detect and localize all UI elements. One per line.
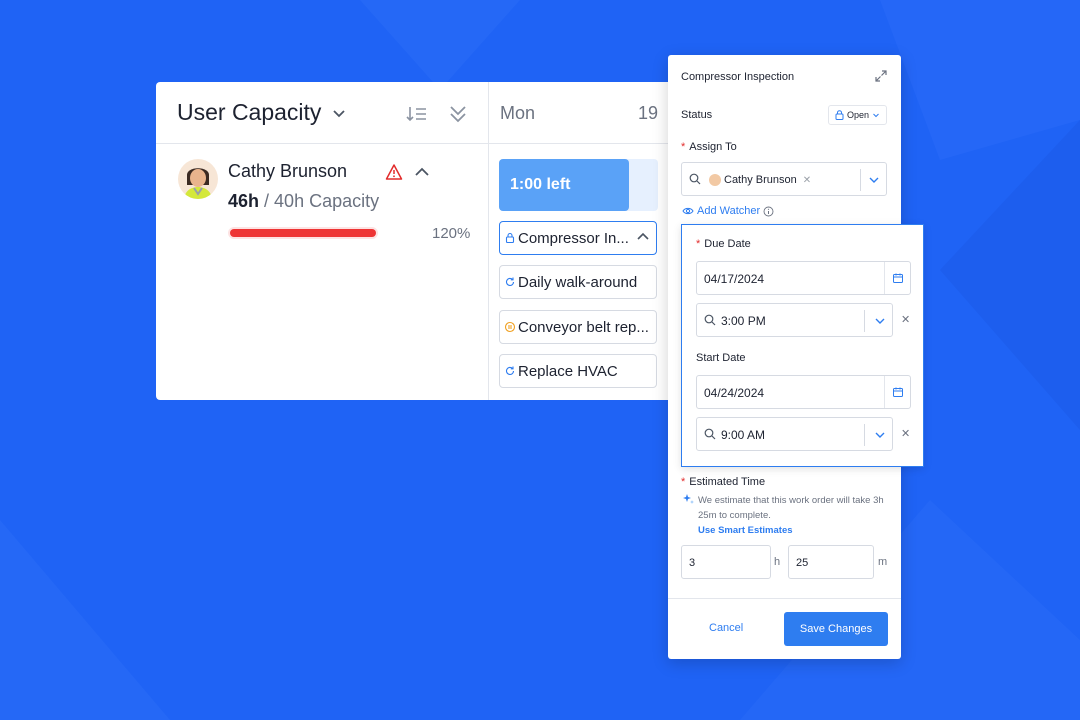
start-date-value: 04/24/2024 [704, 386, 765, 400]
status-dropdown[interactable]: Open [828, 105, 887, 125]
assign-label: * Assign To [681, 141, 737, 153]
minutes-input[interactable]: 25 [788, 545, 874, 579]
warning-icon [385, 164, 403, 180]
start-time-value: 9:00 AM [721, 428, 766, 442]
chevron-down-icon [873, 113, 879, 118]
chevron-down-icon[interactable] [874, 429, 886, 441]
refresh-icon [506, 277, 515, 286]
capacity-title: User Capacity [177, 99, 322, 125]
capacity-text: / 40h Capacity [264, 191, 380, 211]
remove-assignee-icon[interactable]: ✕ [803, 175, 811, 186]
clear-due-time-icon[interactable]: ✕ [901, 313, 910, 326]
calendar-icon[interactable] [892, 386, 904, 398]
eye-icon [682, 207, 694, 215]
pause-icon [504, 321, 516, 333]
due-date-input[interactable]: 04/17/2024 [696, 261, 911, 295]
chevron-down-icon [333, 109, 346, 117]
due-date-label: * Due Date [696, 238, 751, 250]
refresh-icon [506, 366, 515, 375]
capacity-percent: 120% [432, 225, 471, 242]
add-watcher-link[interactable]: Add Watcher [682, 205, 774, 217]
time-left-bar: 1:00 left [499, 159, 658, 211]
start-time-select[interactable]: 9:00 AM [696, 417, 893, 451]
chevron-down-icon[interactable] [868, 174, 880, 186]
calendar-icon[interactable] [892, 272, 904, 284]
footer-divider [668, 598, 901, 599]
day-label: Mon [500, 103, 536, 123]
due-time-value: 3:00 PM [721, 314, 766, 328]
sort-icon[interactable] [405, 102, 429, 126]
chevron-up-icon[interactable] [413, 163, 431, 181]
time-left-label: 1:00 left [499, 159, 629, 211]
assignee-tag: Cathy Brunson ✕ [709, 171, 811, 189]
work-order-label: Daily walk-around [518, 273, 638, 291]
capacity-summary: 46h / 40h Capacity [228, 191, 379, 212]
lock-icon [505, 232, 515, 244]
use-smart-estimates-link[interactable]: Use Smart Estimates [698, 525, 793, 536]
clear-start-time-icon[interactable]: ✕ [901, 427, 910, 440]
collapse-all-icon[interactable] [446, 102, 470, 126]
work-order-item[interactable]: Compressor In... [499, 221, 657, 255]
day-number: 19 [638, 103, 659, 123]
avatar [178, 159, 218, 199]
chevron-down-icon[interactable] [874, 315, 886, 327]
search-icon [704, 314, 716, 326]
assign-to-select[interactable]: Cathy Brunson ✕ [681, 162, 887, 196]
info-icon [763, 206, 774, 216]
status-value: Open [847, 110, 870, 120]
start-date-input[interactable]: 04/24/2024 [696, 375, 911, 409]
estimate-note: We estimate that this work order will ta… [698, 495, 884, 521]
search-icon [704, 428, 716, 440]
expand-icon[interactable] [874, 69, 888, 83]
due-time-select[interactable]: 3:00 PM [696, 303, 893, 337]
capacity-progress-bar [230, 229, 376, 237]
hours-input[interactable]: 3 [681, 545, 771, 579]
work-order-label: Replace HVAC [518, 362, 618, 380]
status-label: Status [681, 109, 713, 121]
work-order-item[interactable]: Conveyor belt rep... [499, 310, 657, 344]
add-watcher-label: Add Watcher [697, 205, 761, 217]
user-name: Cathy Brunson [228, 161, 348, 181]
lock-icon [835, 110, 844, 120]
date-picker-section: * Due Date 04/17/2024 3:00 PM ✕ Start Dat… [681, 224, 924, 467]
search-icon [689, 173, 701, 185]
assignee-name: Cathy Brunson [724, 174, 797, 186]
panel-title: Compressor Inspection [681, 71, 795, 83]
work-order-item[interactable]: Daily walk-around [499, 265, 657, 299]
work-order-item[interactable]: Replace HVAC [499, 354, 657, 388]
hours-used: 46h [228, 191, 260, 211]
capacity-title-dropdown[interactable]: User Capacity [177, 99, 347, 126]
avatar [709, 174, 721, 186]
cancel-button[interactable]: Cancel [709, 622, 743, 634]
start-date-label: Start Date [696, 352, 746, 364]
chevron-up-icon[interactable] [636, 230, 650, 244]
user-capacity-card: User Capacity Mon 19 Cathy Brunson 46h /… [156, 82, 676, 400]
minutes-unit: m [878, 556, 888, 568]
work-order-label: Compressor In... [518, 229, 629, 247]
estimated-time-label: * Estimated Time [681, 476, 766, 488]
sparkle-icon [683, 494, 694, 504]
due-date-value: 04/17/2024 [704, 272, 765, 286]
work-order-label: Conveyor belt rep... [518, 318, 649, 336]
hours-unit: h [774, 556, 781, 568]
save-changes-button[interactable]: Save Changes [784, 612, 888, 646]
